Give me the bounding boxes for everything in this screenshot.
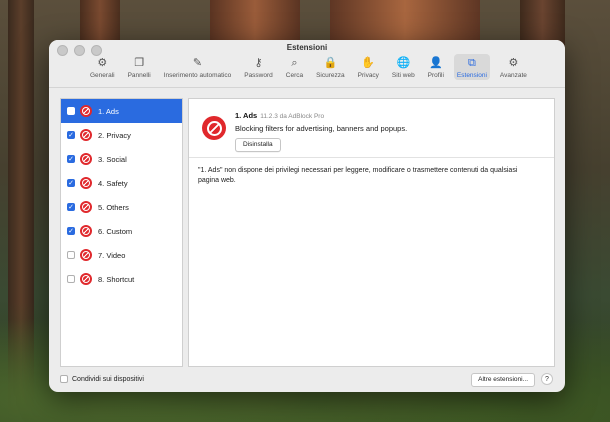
extension-item[interactable]: ✓ 5. Others: [61, 195, 182, 219]
extensions-list: 1. Ads ✓ 2. Privacy ✓ 3. Social ✓ 4. Safety ✓ 5.…: [60, 98, 183, 367]
help-button[interactable]: ?: [541, 373, 553, 385]
adblock-stop-icon: [80, 129, 92, 141]
tab-label: Generali: [90, 72, 115, 79]
autofill-icon: ✎: [192, 56, 203, 69]
extension-enabled-checkbox[interactable]: ✓: [67, 131, 75, 139]
more-extensions-button[interactable]: Altre estensioni...: [471, 373, 535, 387]
adblock-stop-icon: [80, 105, 92, 117]
lock-icon: 🔒: [323, 56, 338, 69]
tab-label: Estensioni: [456, 72, 487, 79]
tab-sicurezza[interactable]: 🔒 Sicurezza: [313, 54, 348, 80]
tab-estensioni[interactable]: ⧉ Estensioni: [453, 54, 490, 80]
extension-detail-pane: 1. Ads 11.2.3 da AdBlock Pro Blocking fil…: [188, 98, 555, 367]
extension-enabled-checkbox[interactable]: ✓: [67, 179, 75, 187]
window-title: Estensioni: [286, 43, 328, 52]
adblock-stop-icon: [80, 177, 92, 189]
tab-label: Avanzate: [499, 72, 527, 79]
extension-label: 1. Ads: [98, 106, 119, 116]
footer: Condividi sui dispositivi Altre estensio…: [60, 373, 553, 387]
extension-enabled-checkbox[interactable]: [67, 251, 75, 259]
tab-label: Profili: [427, 72, 444, 79]
adblock-stop-icon: [80, 153, 92, 165]
adblock-stop-icon: [80, 273, 92, 285]
settings-window: Estensioni ⚙ Generali ❐ Pannelli ✎ Inseriment…: [49, 40, 565, 392]
hand-icon: ✋: [361, 56, 376, 69]
extension-item[interactable]: ✓ 4. Safety: [61, 171, 182, 195]
tab-avanzate[interactable]: ⚙ Avanzate: [497, 54, 530, 80]
tab-generali[interactable]: ⚙ Generali: [87, 54, 118, 80]
uninstall-button[interactable]: Disinstalla: [235, 138, 281, 152]
extension-item[interactable]: ✓ 2. Privacy: [61, 123, 182, 147]
extension-title: 1. Ads 11.2.3 da AdBlock Pro: [235, 111, 324, 120]
tab-label: Cerca: [285, 72, 304, 79]
adblock-stop-icon: [80, 225, 92, 237]
extension-description: Blocking filters for advertising, banner…: [235, 124, 408, 133]
extension-label: 7. Video: [98, 250, 126, 260]
extension-enabled-checkbox[interactable]: [67, 275, 75, 283]
tab-siti-web[interactable]: 🌐 Siti web: [389, 54, 418, 80]
search-icon: ⌕: [291, 56, 298, 69]
share-checkbox[interactable]: [60, 375, 68, 383]
extension-item[interactable]: 8. Shortcut: [61, 267, 182, 291]
share-label: Condividi sui dispositivi: [72, 375, 144, 383]
tab-password[interactable]: ⚷ Password: [241, 54, 276, 80]
tab-label: Pannelli: [127, 72, 151, 79]
extension-name: 1. Ads: [235, 111, 258, 120]
extension-item[interactable]: 7. Video: [61, 243, 182, 267]
extension-header: 1. Ads 11.2.3 da AdBlock Pro Blocking fil…: [189, 99, 554, 158]
adblock-stop-icon: [80, 249, 92, 261]
tab-cerca[interactable]: ⌕ Cerca: [283, 54, 306, 80]
extension-label: 3. Social: [98, 154, 127, 164]
share-across-devices[interactable]: Condividi sui dispositivi: [60, 375, 144, 383]
globe-icon: 🌐: [396, 56, 411, 69]
tab-pannelli[interactable]: ❐ Pannelli: [125, 54, 154, 80]
extension-item[interactable]: ✓ 3. Social: [61, 147, 182, 171]
extension-label: 6. Custom: [98, 226, 133, 236]
extension-label: 5. Others: [98, 202, 129, 212]
extension-label: 2. Privacy: [98, 130, 131, 140]
extension-enabled-checkbox[interactable]: ✓: [67, 203, 75, 211]
extension-item[interactable]: 1. Ads: [61, 99, 182, 123]
advanced-gears-icon: ⚙: [508, 56, 519, 69]
key-icon: ⚷: [254, 56, 263, 69]
tab-label: Inserimento automatico: [163, 72, 232, 79]
person-icon: 👤: [428, 56, 443, 69]
tab-inserimento-automatico[interactable]: ✎ Inserimento automatico: [161, 54, 235, 80]
extension-enabled-checkbox[interactable]: [67, 107, 75, 115]
tab-profili[interactable]: 👤 Profili: [425, 54, 447, 80]
preferences-toolbar: ⚙ Generali ❐ Pannelli ✎ Inserimento automatic…: [87, 54, 530, 80]
tab-label: Password: [244, 72, 273, 79]
tab-label: Siti web: [391, 72, 415, 79]
tab-label: Privacy: [357, 72, 379, 79]
extension-label: 4. Safety: [98, 178, 128, 188]
tab-privacy[interactable]: ✋ Privacy: [355, 54, 382, 80]
permissions-message: "1. Ads" non dispone dei privilegi neces…: [198, 167, 518, 184]
extension-label: 8. Shortcut: [98, 274, 135, 284]
puzzle-icon: ⧉: [467, 56, 476, 69]
adblock-stop-icon: [202, 116, 226, 140]
gear-icon: ⚙: [97, 56, 108, 69]
extension-version: 11.2.3 da AdBlock Pro: [260, 113, 325, 120]
adblock-stop-icon: [80, 201, 92, 213]
extension-enabled-checkbox[interactable]: ✓: [67, 227, 75, 235]
extension-enabled-checkbox[interactable]: ✓: [67, 155, 75, 163]
extension-item[interactable]: ✓ 6. Custom: [61, 219, 182, 243]
tabs-icon: ❐: [134, 56, 145, 69]
title-bar: Estensioni ⚙ Generali ❐ Pannelli ✎ Inseriment…: [49, 40, 565, 88]
tab-label: Sicurezza: [316, 72, 345, 79]
